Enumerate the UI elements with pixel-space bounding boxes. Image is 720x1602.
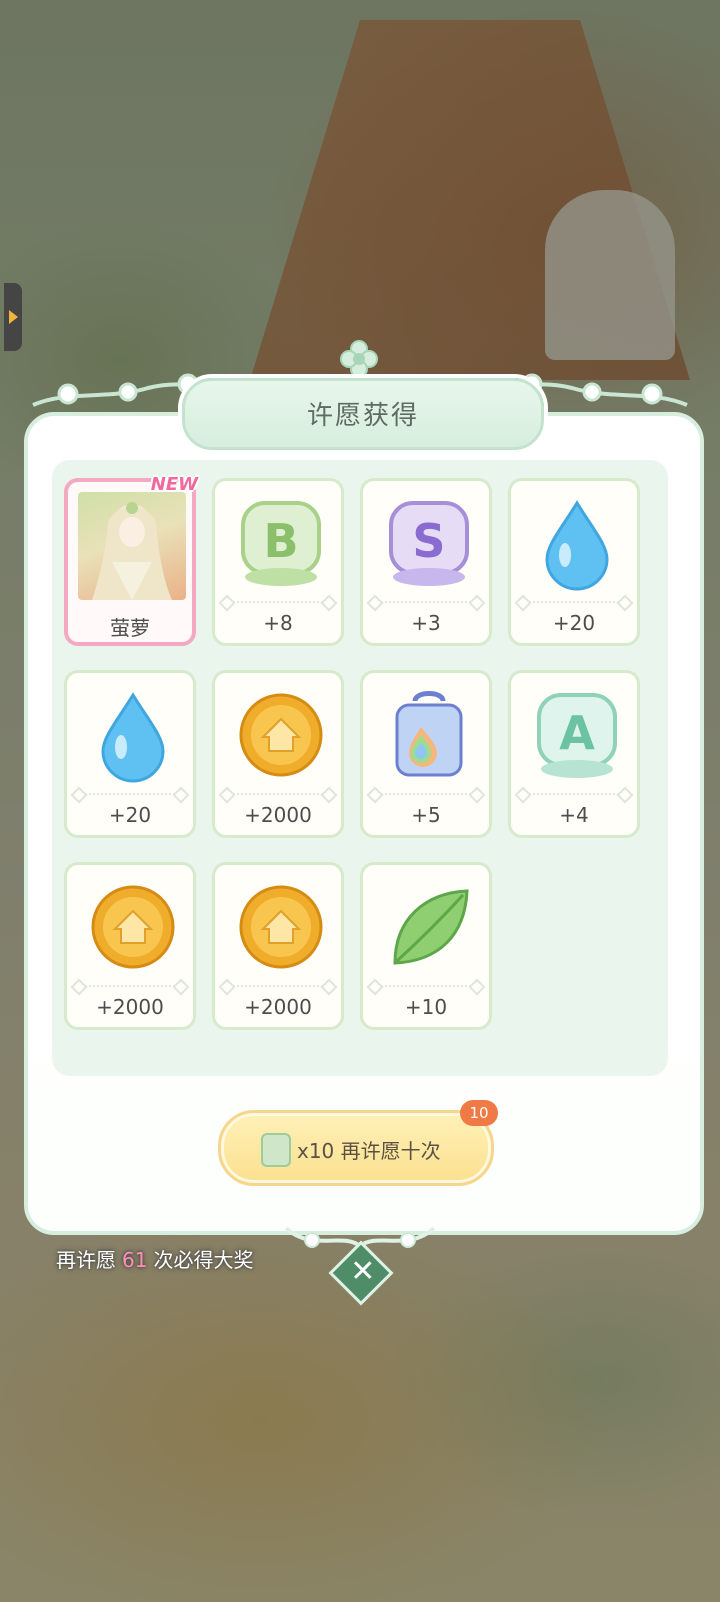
side-drawer-tab[interactable] bbox=[4, 283, 22, 351]
b-rank-emblem-icon: B bbox=[241, 501, 321, 586]
pity-count: 61 bbox=[122, 1248, 148, 1272]
ticket-count-badge: 10 bbox=[460, 1100, 498, 1126]
reward-card[interactable]: +10 bbox=[360, 862, 492, 1030]
reward-card[interactable]: S +3 bbox=[360, 478, 492, 646]
dialog-title: 许愿获得 bbox=[306, 401, 419, 431]
reward-card[interactable]: A +4 bbox=[508, 670, 640, 838]
reward-card[interactable]: B +8 bbox=[212, 478, 344, 646]
a-rank-emblem-icon: A bbox=[537, 693, 617, 778]
reward-card[interactable]: +5 bbox=[360, 670, 492, 838]
s-rank-emblem-icon: S bbox=[389, 501, 469, 586]
water-drop-icon bbox=[545, 500, 609, 591]
reward-label: +4 bbox=[559, 803, 589, 827]
leaf-icon bbox=[393, 889, 469, 965]
pity-counter: 再许愿 61 次必得大奖 bbox=[56, 1248, 254, 1272]
character-portrait-icon bbox=[78, 492, 186, 600]
reward-label: +2000 bbox=[244, 803, 312, 827]
reward-label: +20 bbox=[552, 611, 596, 635]
reward-label: +5 bbox=[411, 803, 441, 827]
reward-label: +10 bbox=[404, 995, 448, 1019]
reward-card[interactable]: +20 bbox=[508, 478, 640, 646]
reward-label: 萤萝 bbox=[110, 616, 150, 640]
reward-card[interactable]: +20 bbox=[64, 670, 196, 838]
reward-card[interactable]: +2000 bbox=[64, 862, 196, 1030]
wish-again-label: x10 再许愿十次 bbox=[297, 1139, 441, 1163]
gold-coin-icon bbox=[91, 885, 175, 969]
wish-again-ten-button[interactable]: x10 再许愿十次 bbox=[218, 1110, 494, 1186]
svg-text:A: A bbox=[559, 706, 595, 760]
reward-label: +2000 bbox=[244, 995, 312, 1019]
flower-ornament-icon bbox=[340, 340, 378, 378]
reward-card[interactable]: NEW 萤萝 bbox=[64, 474, 198, 646]
reward-grid: NEW 萤萝 B +8 S +3 +20 +20 +2000 +5 A +4 +… bbox=[52, 460, 668, 1076]
gold-coin-icon bbox=[239, 885, 323, 969]
title-plate: 许愿获得 bbox=[182, 378, 544, 450]
reward-label: +20 bbox=[108, 803, 152, 827]
new-badge: NEW bbox=[150, 474, 198, 495]
gold-coin-icon bbox=[239, 693, 323, 777]
svg-text:S: S bbox=[412, 514, 445, 568]
reward-label: +3 bbox=[411, 611, 441, 635]
close-icon: ✕ bbox=[350, 1253, 376, 1289]
chevron-right-icon bbox=[9, 310, 18, 324]
reward-card[interactable]: +2000 bbox=[212, 862, 344, 1030]
svg-text:B: B bbox=[263, 514, 298, 568]
rainbow-canister-icon bbox=[395, 691, 463, 777]
reward-label: +2000 bbox=[96, 995, 164, 1019]
wish-ticket-icon bbox=[261, 1133, 291, 1167]
reward-label: +8 bbox=[263, 611, 293, 635]
water-drop-icon bbox=[101, 692, 165, 783]
reward-card[interactable]: +2000 bbox=[212, 670, 344, 838]
